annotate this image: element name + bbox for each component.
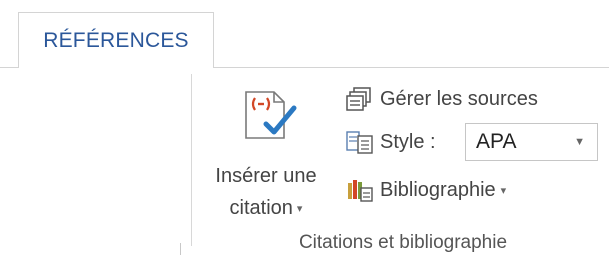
manage-sources-label: Gérer les sources xyxy=(380,87,538,110)
group-label: Citations et bibliographie xyxy=(298,232,508,253)
insert-citation-button[interactable]: Insérer une citation ▾ xyxy=(196,76,336,226)
tab-references-label: RÉFÉRENCES xyxy=(43,28,189,52)
chevron-down-icon[interactable]: ▼ xyxy=(574,136,585,148)
group-separator xyxy=(191,74,192,246)
group-divider-tick xyxy=(180,243,181,255)
tab-baseline-left xyxy=(0,67,19,68)
tab-baseline-right xyxy=(213,67,609,68)
bibliography-button[interactable]: Bibliographie ▾ xyxy=(346,175,506,205)
style-dropdown-value: APA xyxy=(476,130,517,153)
chevron-down-icon: ▾ xyxy=(296,202,303,215)
bibliography-label: Bibliographie xyxy=(380,178,496,201)
insert-citation-label: Insérer une citation ▾ xyxy=(215,165,317,219)
manage-sources-icon xyxy=(346,87,371,111)
chevron-down-icon: ▾ xyxy=(500,184,507,197)
style-dropdown[interactable]: APA ▼ xyxy=(465,123,598,161)
tab-references[interactable]: RÉFÉRENCES xyxy=(18,12,214,68)
style-icon xyxy=(346,131,373,154)
style-label-group: Style : xyxy=(346,127,436,157)
insert-citation-icon xyxy=(245,91,297,139)
style-label: Style : xyxy=(380,130,436,153)
manage-sources-button[interactable]: Gérer les sources xyxy=(346,84,538,114)
bibliography-icon xyxy=(348,180,373,202)
